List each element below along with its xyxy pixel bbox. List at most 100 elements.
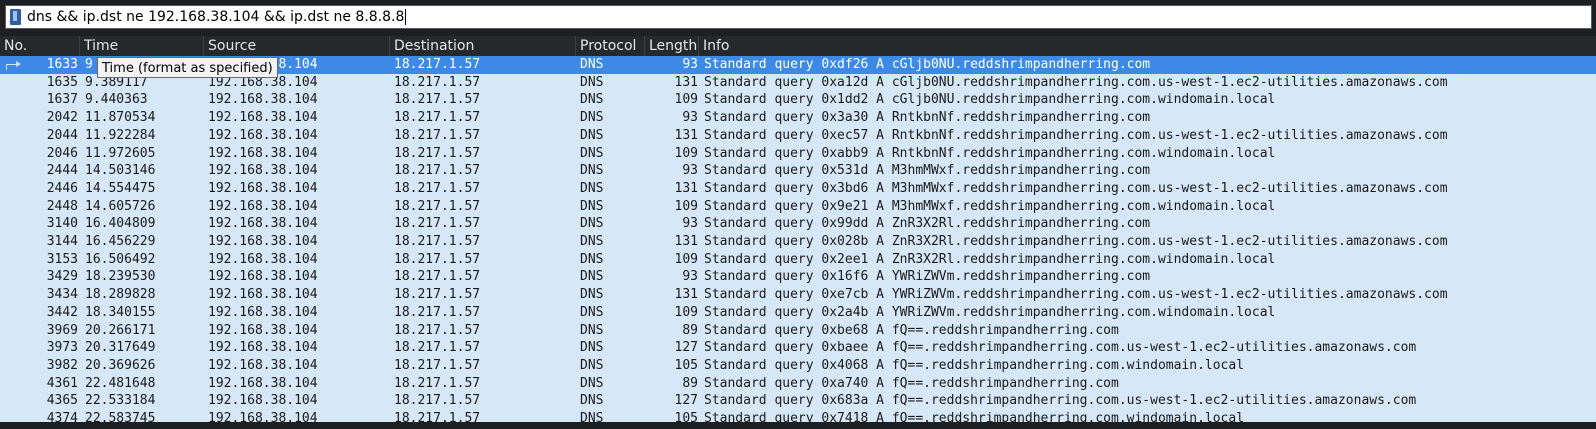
packet-cell-no: 4361	[46, 375, 78, 391]
packet-row[interactable]: 2444 14.503146 192.168.38.104 18.217.1.57 DN…	[0, 162, 1596, 180]
packet-cell-protocol: DNS	[580, 57, 604, 72]
text-caret	[405, 9, 407, 25]
packet-cell-length: 105	[674, 357, 698, 373]
packet-cell-protocol: DNS	[580, 322, 604, 338]
packet-row[interactable]: 1637 9.440363 192.168.38.104 18.217.1.57 DNS…	[0, 91, 1596, 109]
packet-list-header: No. Time Source Destination Protocol Len…	[0, 36, 1596, 56]
packet-cell-time: 22.481648	[85, 375, 156, 391]
packet-cell-time: 16.456229	[85, 234, 156, 249]
packet-cell-source: 192.168.38.104	[208, 163, 318, 179]
column-header-source[interactable]: Source	[204, 36, 390, 56]
packet-cell-info: Standard query 0x3a30 A RntkbnNf.reddshr…	[704, 110, 1151, 126]
packet-cell-info: Standard query 0xbe68 A fQ==.reddshrimpa…	[704, 322, 1119, 338]
packet-row[interactable]: 2046 11.972605 192.168.38.104 18.217.1.57 DN…	[0, 145, 1596, 163]
packet-cell-source: 192.168.38.104	[208, 304, 318, 320]
packet-row[interactable]: 3442 18.340155 192.168.38.104 18.217.1.57 DN…	[0, 304, 1596, 322]
packet-cell-source: 192.168.38.104	[208, 127, 318, 143]
packet-cell-length: 131	[674, 180, 698, 196]
packet-cell-length: 109	[674, 304, 698, 320]
packet-cell-info: Standard query 0xec57 A RntkbnNf.reddshr…	[704, 127, 1448, 143]
packet-row[interactable]: 2448 14.605726 192.168.38.104 18.217.1.57 DN…	[0, 198, 1596, 216]
packet-cell-destination: 18.217.1.57	[394, 357, 481, 373]
packet-cell-info: Standard query 0x1dd2 A cGljb0NU.reddshr…	[704, 92, 1276, 108]
packet-cell-length: 93	[682, 216, 698, 232]
bookmark-icon[interactable]	[10, 9, 21, 25]
packet-cell-no: 3973	[46, 340, 78, 356]
packet-cell-protocol: DNS	[580, 304, 604, 320]
packet-row[interactable]: 3973 20.317649 192.168.38.104 18.217.1.57 DN…	[0, 339, 1596, 357]
packet-cell-info: Standard query 0x531d A M3hmMWxf.reddshr…	[704, 163, 1151, 179]
packet-row[interactable]: 3140 16.404809 192.168.38.104 18.217.1.57 DN…	[0, 215, 1596, 233]
packet-row[interactable]: 2042 11.870534 192.168.38.104 18.217.1.57 DN…	[0, 109, 1596, 127]
packet-cell-destination: 18.217.1.57	[394, 74, 481, 90]
column-header-destination[interactable]: Destination	[390, 36, 576, 56]
packet-cell-no: 3442	[46, 304, 78, 320]
packet-row[interactable]: 3153 16.506492 192.168.38.104 18.217.1.57 DN…	[0, 251, 1596, 269]
packet-cell-time: 18.340155	[85, 304, 156, 320]
column-header-length[interactable]: Length	[645, 36, 699, 56]
packet-cell-info: Standard query 0xa740 A fQ==.reddshrimpa…	[704, 375, 1119, 391]
packet-list-bottom-edge	[0, 422, 1596, 429]
packet-cell-time: 9.440363	[85, 92, 148, 108]
column-header-protocol[interactable]: Protocol	[576, 36, 645, 56]
packet-cell-destination: 18.217.1.57	[394, 393, 481, 409]
packet-cell-source: 192.168.38.104	[208, 287, 318, 303]
packet-cell-destination: 18.217.1.57	[394, 304, 481, 320]
packet-cell-length: 109	[674, 145, 698, 161]
packet-cell-destination: 18.217.1.57	[394, 340, 481, 356]
packet-cell-time: 20.317649	[85, 340, 156, 356]
packet-cell-protocol: DNS	[580, 287, 604, 303]
packet-cell-source: 192.168.38.104	[208, 322, 318, 338]
packet-cell-time: 22.533184	[85, 393, 156, 409]
packet-cell-info: Standard query 0x028b A ZnR3X2Rl.reddshr…	[704, 234, 1448, 249]
packet-cell-protocol: DNS	[580, 145, 604, 161]
column-header-no[interactable]: No.	[0, 36, 80, 56]
packet-cell-no: 2444	[46, 163, 78, 179]
packet-row[interactable]: 3429 18.239530 192.168.38.104 18.217.1.57 DN…	[0, 268, 1596, 286]
packet-cell-info: Standard query 0x16f6 A YWRiZWVm.reddshr…	[704, 269, 1151, 285]
packet-cell-destination: 18.217.1.57	[394, 180, 481, 196]
packet-row[interactable]: 3144 16.456229 192.168.38.104 18.217.1.57 DN…	[0, 233, 1596, 251]
packet-cell-protocol: DNS	[580, 92, 604, 108]
packet-row[interactable]: 3434 18.289828 192.168.38.104 18.217.1.57 DN…	[0, 286, 1596, 304]
packet-cell-info: Standard query 0xabb9 A RntkbnNf.reddshr…	[704, 145, 1276, 161]
packet-cell-no: 2046	[46, 145, 78, 161]
packet-row[interactable]: 3969 20.266171 192.168.38.104 18.217.1.57 DN…	[0, 322, 1596, 340]
column-header-time[interactable]: Time	[80, 36, 204, 56]
packet-cell-destination: 18.217.1.57	[394, 92, 481, 108]
packet-cell-destination: 18.217.1.57	[394, 198, 481, 214]
packet-row[interactable]: 4365 22.533184 192.168.38.104 18.217.1.57 DN…	[0, 392, 1596, 410]
packet-cell-destination: 18.217.1.57	[394, 251, 481, 267]
packet-cell-no: 1633	[46, 57, 78, 72]
packet-cell-protocol: DNS	[580, 198, 604, 214]
display-filter-box[interactable]: dns && ip.dst ne 192.168.38.104 && ip.ds…	[5, 5, 1592, 29]
packet-row[interactable]: 4361 22.481648 192.168.38.104 18.217.1.57 DN…	[0, 375, 1596, 393]
packet-cell-protocol: DNS	[580, 375, 604, 391]
packet-cell-source: 192.168.38.104	[208, 92, 318, 108]
packet-cell-time: 14.503146	[85, 163, 156, 179]
packet-cell-source: 192.168.38.104	[208, 110, 318, 126]
packet-cell-length: 93	[682, 163, 698, 179]
packet-row[interactable]: 2446 14.554475 192.168.38.104 18.217.1.57 DN…	[0, 180, 1596, 198]
packet-cell-time: 20.266171	[85, 322, 156, 338]
packet-cell-destination: 18.217.1.57	[394, 269, 481, 285]
packet-cell-time: 16.404809	[85, 216, 156, 232]
packet-row[interactable]: 3982 20.369626 192.168.38.104 18.217.1.57 DN…	[0, 357, 1596, 375]
packet-cell-no: 2042	[46, 110, 78, 126]
packet-cell-destination: 18.217.1.57	[394, 110, 481, 126]
packet-cell-no: 2044	[46, 127, 78, 143]
packet-cell-source: 192.168.38.104	[208, 198, 318, 214]
packet-cell-destination: 18.217.1.57	[394, 322, 481, 338]
packet-cell-protocol: DNS	[580, 393, 604, 409]
packet-cell-no: 3982	[46, 357, 78, 373]
display-filter-input[interactable]: dns && ip.dst ne 192.168.38.104 && ip.ds…	[27, 6, 407, 28]
packet-cell-source: 192.168.38.104	[208, 393, 318, 409]
packet-cell-no: 1635	[46, 74, 78, 90]
packet-cell-protocol: DNS	[580, 163, 604, 179]
packet-cell-destination: 18.217.1.57	[394, 163, 481, 179]
packet-row[interactable]: 2044 11.922284 192.168.38.104 18.217.1.57 DN…	[0, 127, 1596, 145]
packet-cell-source: 192.168.38.104	[208, 340, 318, 356]
packet-list[interactable]: 16339192.168.38.10418.217.1.57DNS93Stand…	[0, 56, 1596, 429]
column-header-info[interactable]: Info	[699, 36, 1596, 56]
packet-cell-info: Standard query 0x2a4b A YWRiZWVm.reddshr…	[704, 304, 1276, 320]
